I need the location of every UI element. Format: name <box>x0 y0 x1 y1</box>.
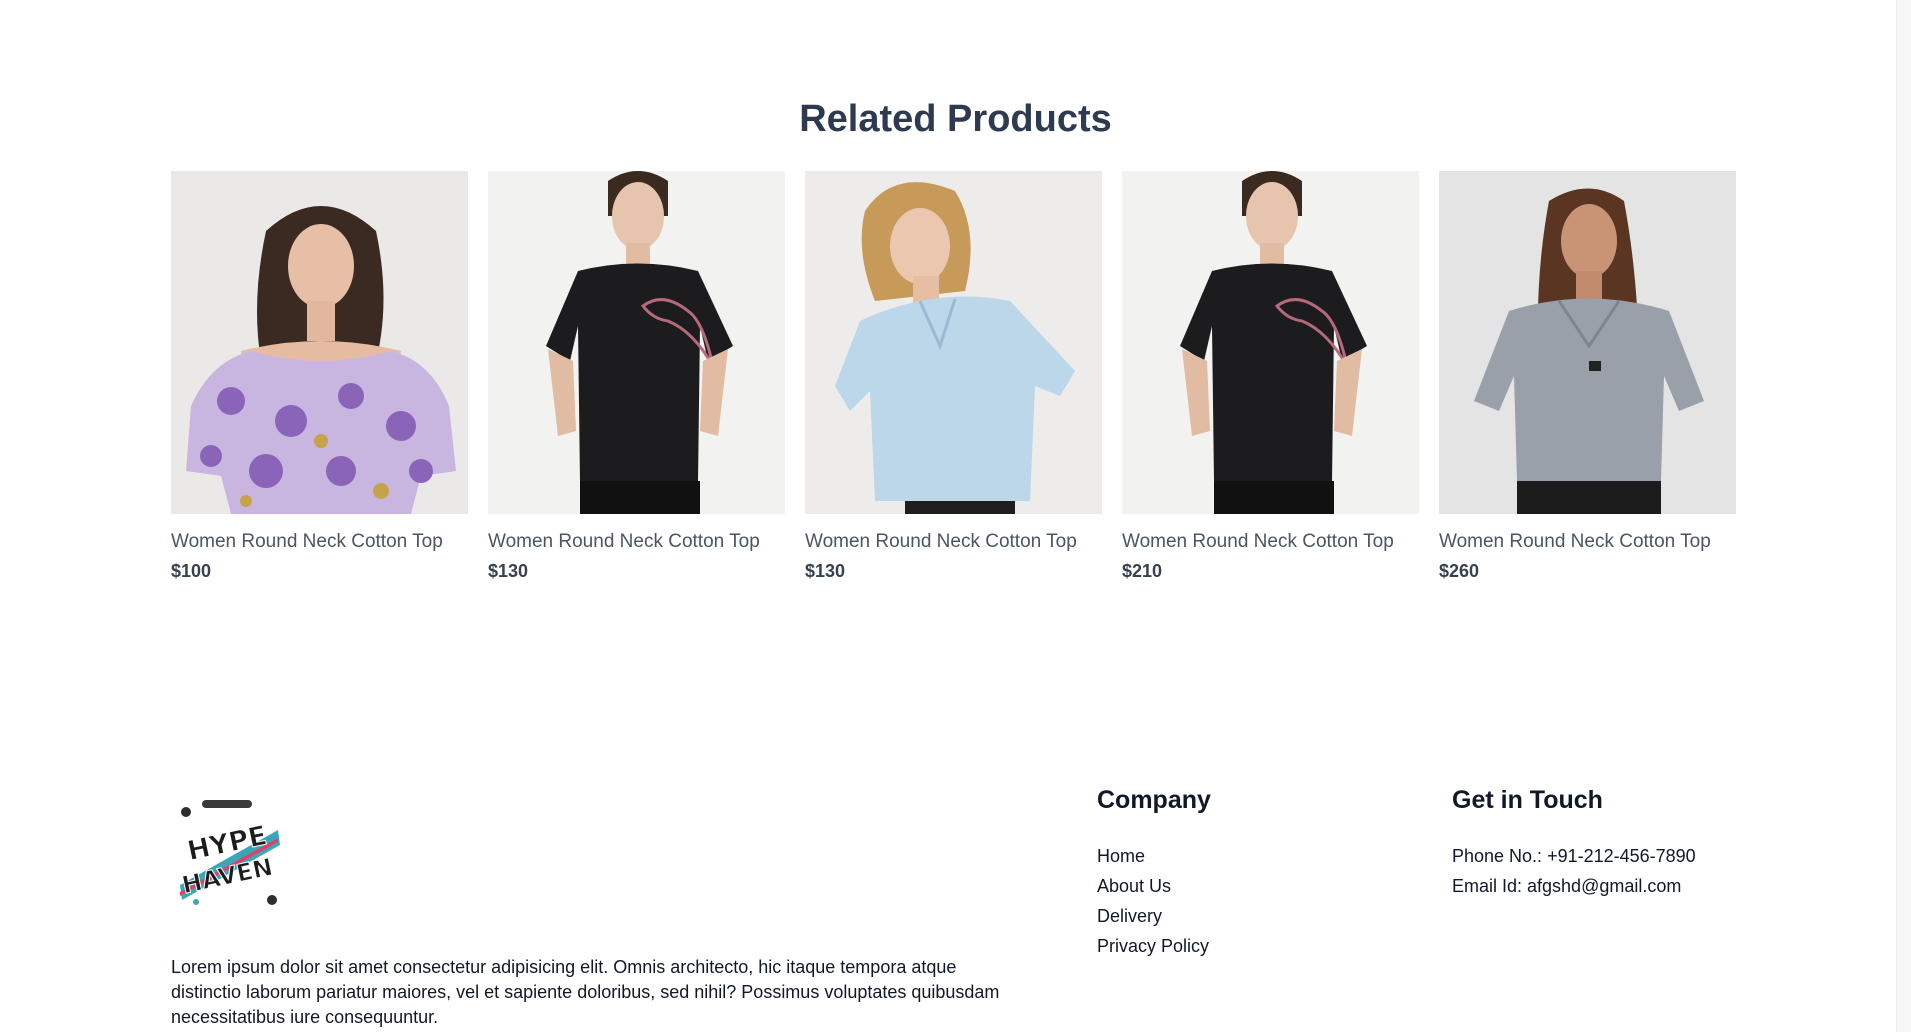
footer-contact-list: Phone No.: +91-212-456-7890 Email Id: af… <box>1452 841 1696 901</box>
product-card[interactable]: Women Round Neck Cotton Top $130 <box>805 171 1102 582</box>
footer-contact-title: Get in Touch <box>1452 786 1603 814</box>
product-card[interactable]: Women Round Neck Cotton Top $260 <box>1439 171 1736 582</box>
product-price: $260 <box>1439 561 1480 581</box>
product-card[interactable]: Women Round Neck Cotton Top $100 <box>171 171 468 582</box>
footer-link-home[interactable]: Home <box>1097 846 1145 866</box>
product-image-floral-top[interactable] <box>171 171 468 514</box>
product-image-grey-top[interactable] <box>1439 171 1736 514</box>
footer-link-privacy-policy[interactable]: Privacy Policy <box>1097 936 1209 956</box>
page-scrollbar[interactable] <box>1896 0 1911 1032</box>
product-card[interactable]: Women Round Neck Cotton Top $130 <box>488 171 785 582</box>
product-price: $130 <box>488 561 529 581</box>
footer-contact-section: Get in Touch Phone No.: +91-212-456-7890… <box>1452 786 1696 901</box>
product-image-blue-top[interactable] <box>805 171 1102 514</box>
product-name[interactable]: Women Round Neck Cotton Top <box>171 531 468 553</box>
product-image-black-tee[interactable] <box>488 171 785 514</box>
footer-company-section: Company Home About Us Delivery Privacy P… <box>1097 786 1211 961</box>
footer-link-delivery[interactable]: Delivery <box>1097 906 1162 926</box>
related-products-title: Related Products <box>799 98 1112 140</box>
product-name[interactable]: Women Round Neck Cotton Top <box>1122 531 1419 553</box>
product-price: $210 <box>1122 561 1163 581</box>
product-image-black-tee[interactable] <box>1122 171 1419 514</box>
product-card[interactable]: Women Round Neck Cotton Top $210 <box>1122 171 1419 582</box>
product-name[interactable]: Women Round Neck Cotton Top <box>805 531 1102 553</box>
product-price: $130 <box>805 561 846 581</box>
footer-company-title: Company <box>1097 786 1211 814</box>
footer-about-text: Lorem ipsum dolor sit amet consectetur a… <box>171 957 1000 1027</box>
product-price: $100 <box>171 561 212 581</box>
product-name[interactable]: Women Round Neck Cotton Top <box>488 531 785 553</box>
footer-company-links: Home About Us Delivery Privacy Policy <box>1097 841 1211 961</box>
footer-phone: Phone No.: +91-212-456-7890 <box>1452 846 1696 866</box>
footer-email: Email Id: afgshd@gmail.com <box>1452 876 1682 896</box>
footer-link-about-us[interactable]: About Us <box>1097 876 1171 896</box>
product-name[interactable]: Women Round Neck Cotton Top <box>1439 531 1736 553</box>
related-products-grid: Women Round Neck Cotton Top $100 Women R… <box>171 171 1736 582</box>
page: Related Products Women Round Neck Cotton… <box>0 0 1911 1032</box>
brand-logo[interactable]: HYPE HAVEN <box>172 790 286 912</box>
